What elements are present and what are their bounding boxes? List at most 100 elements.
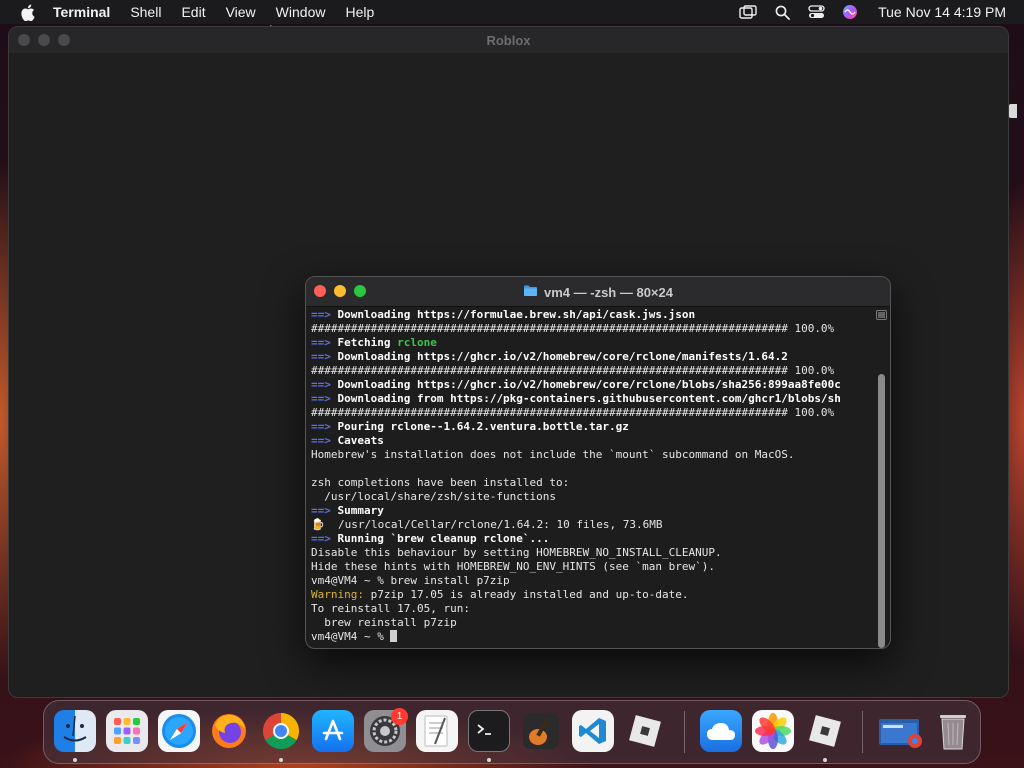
terminal-line: ########################################… [311, 364, 874, 378]
terminal-window[interactable]: vm4 — -zsh — 80×24 ==> Downloading https… [305, 276, 891, 649]
terminal-text: ==> [311, 504, 331, 517]
terminal-line: ==> Running `brew cleanup rclone`... [311, 532, 874, 546]
icloud-icon[interactable] [700, 710, 742, 752]
terminal-line: ==> Caveats [311, 434, 874, 448]
terminal-text: Pouring rclone--1.64.2.ventura.bottle.ta… [330, 420, 629, 433]
terminal-text: vm4@VM4 ~ % brew install p7zip [311, 574, 510, 587]
notification-badge: 1 [391, 708, 408, 725]
garageband-icon[interactable] [520, 710, 562, 752]
terminal-text: Fetching [330, 336, 398, 349]
finder-icon[interactable] [54, 710, 96, 752]
terminal-line: zsh completions have been installed to: [311, 476, 874, 490]
downloads-stack-icon[interactable] [876, 710, 924, 752]
siri-icon[interactable] [840, 2, 860, 22]
terminal-line: vm4@VM4 ~ % brew install p7zip [311, 574, 874, 588]
terminal-titlebar[interactable]: vm4 — -zsh — 80×24 [306, 277, 890, 307]
dock-separator [684, 711, 685, 753]
terminal-line: ########################################… [311, 322, 874, 336]
roblox-studio-icon[interactable] [804, 710, 846, 752]
terminal-text: To reinstall 17.05, run: [311, 602, 470, 615]
terminal-line: Homebrew's installation does not include… [311, 448, 874, 462]
terminal-text: vm4@VM4 ~ % [311, 630, 391, 643]
terminal-text: Summary [330, 504, 384, 517]
terminal-text: Disable this behaviour by setting HOMEBR… [311, 546, 722, 559]
terminal-title-text: vm4 — -zsh — 80×24 [544, 284, 673, 300]
running-indicator [487, 758, 491, 762]
terminal-text: Downloading https://ghcr.io/v2/homebrew/… [330, 378, 841, 391]
terminal-output[interactable]: ==> Downloading https://formulae.brew.sh… [306, 308, 874, 648]
terminal-line: Warning: p7zip 17.05 is already installe… [311, 588, 874, 602]
roblox-titlebar[interactable]: Roblox [9, 27, 1008, 53]
menu-extras: Tue Nov 14 4:19 PM [738, 0, 1006, 24]
app-store-icon[interactable] [312, 710, 354, 752]
dock-separator [862, 711, 863, 753]
terminal-line: brew reinstall p7zip [311, 616, 874, 630]
terminal-text: ==> [311, 392, 331, 405]
terminal-text: /usr/local/Cellar/rclone/1.64.2: 10 file… [324, 518, 663, 531]
menu-view[interactable]: View [226, 4, 256, 20]
terminal-line: ==> Fetching rclone [311, 336, 874, 350]
terminal-text: ########################################… [311, 406, 835, 419]
menu-help[interactable]: Help [345, 4, 374, 20]
terminal-line: 🍺 /usr/local/Cellar/rclone/1.64.2: 10 fi… [311, 518, 874, 532]
terminal-text: ==> [311, 308, 331, 321]
firefox-icon[interactable] [208, 710, 250, 752]
terminal-text: ==> [311, 350, 331, 363]
terminal-line: Hide these hints with HOMEBREW_NO_ENV_HI… [311, 560, 874, 574]
chrome-icon[interactable] [260, 710, 302, 752]
terminal-text: ==> [311, 420, 331, 433]
terminal-line: /usr/local/share/zsh/site-functions [311, 490, 874, 504]
menu-clock[interactable]: Tue Nov 14 4:19 PM [878, 4, 1006, 20]
running-indicator [823, 758, 827, 762]
terminal-scrollbar[interactable] [876, 308, 888, 648]
safari-icon[interactable] [158, 710, 200, 752]
terminal-line: ==> Downloading https://formulae.brew.sh… [311, 308, 874, 322]
terminal-text: zsh completions have been installed to: [311, 476, 570, 489]
terminal-text: ==> [311, 336, 331, 349]
terminal-text: ########################################… [311, 322, 835, 335]
trash-icon[interactable] [932, 710, 974, 752]
side-handle[interactable] [1009, 104, 1017, 118]
text-cursor [390, 630, 398, 642]
terminal-text: rclone [397, 336, 437, 349]
terminal-text: ==> [311, 532, 331, 545]
scrollbar-menu-icon[interactable] [876, 310, 887, 320]
roblox-zoom-button[interactable] [58, 34, 70, 46]
running-indicator [279, 758, 283, 762]
terminal-text: 🍺 [311, 518, 325, 531]
terminal-text: Warning: [311, 588, 364, 601]
control-center-icon[interactable] [806, 2, 826, 22]
launchpad-icon[interactable] [106, 710, 148, 752]
roblox-icon[interactable] [624, 710, 666, 752]
terminal-line: Disable this behaviour by setting HOMEBR… [311, 546, 874, 560]
scrollbar-thumb[interactable] [878, 374, 885, 648]
menu-window[interactable]: Window [276, 4, 326, 20]
terminal-line: ########################################… [311, 406, 874, 420]
terminal-text: Downloading https://formulae.brew.sh/api… [330, 308, 696, 321]
photos-icon[interactable] [752, 710, 794, 752]
terminal-text: /usr/local/share/zsh/site-functions [311, 490, 557, 503]
roblox-close-button[interactable] [18, 34, 30, 46]
menu-shell[interactable]: Shell [130, 4, 161, 20]
menu-app-name[interactable]: Terminal [53, 4, 110, 20]
terminal-text: ==> [311, 434, 331, 447]
spotlight-search-icon[interactable] [772, 2, 792, 22]
menu-edit[interactable]: Edit [181, 4, 205, 20]
textedit-icon[interactable] [416, 710, 458, 752]
terminal-line: ==> Downloading from https://pkg-contain… [311, 392, 874, 406]
terminal-text: brew reinstall p7zip [311, 616, 457, 629]
terminal-line: ==> Summary [311, 504, 874, 518]
terminal-text: ==> [311, 378, 331, 391]
terminal-text: p7zip 17.05 is already installed and up-… [363, 588, 689, 601]
folder-icon [523, 284, 538, 300]
terminal-text: Running `brew cleanup rclone`... [330, 532, 550, 545]
roblox-minimize-button[interactable] [38, 34, 50, 46]
vscode-icon[interactable] [572, 710, 614, 752]
apple-menu-icon[interactable] [17, 2, 37, 22]
screen-mirroring-icon[interactable] [738, 2, 758, 22]
system-settings-icon[interactable]: 1 [364, 708, 408, 752]
terminal-text: Downloading from https://pkg-containers.… [330, 392, 841, 405]
terminal-line: To reinstall 17.05, run: [311, 602, 874, 616]
terminal-icon[interactable] [468, 710, 510, 752]
